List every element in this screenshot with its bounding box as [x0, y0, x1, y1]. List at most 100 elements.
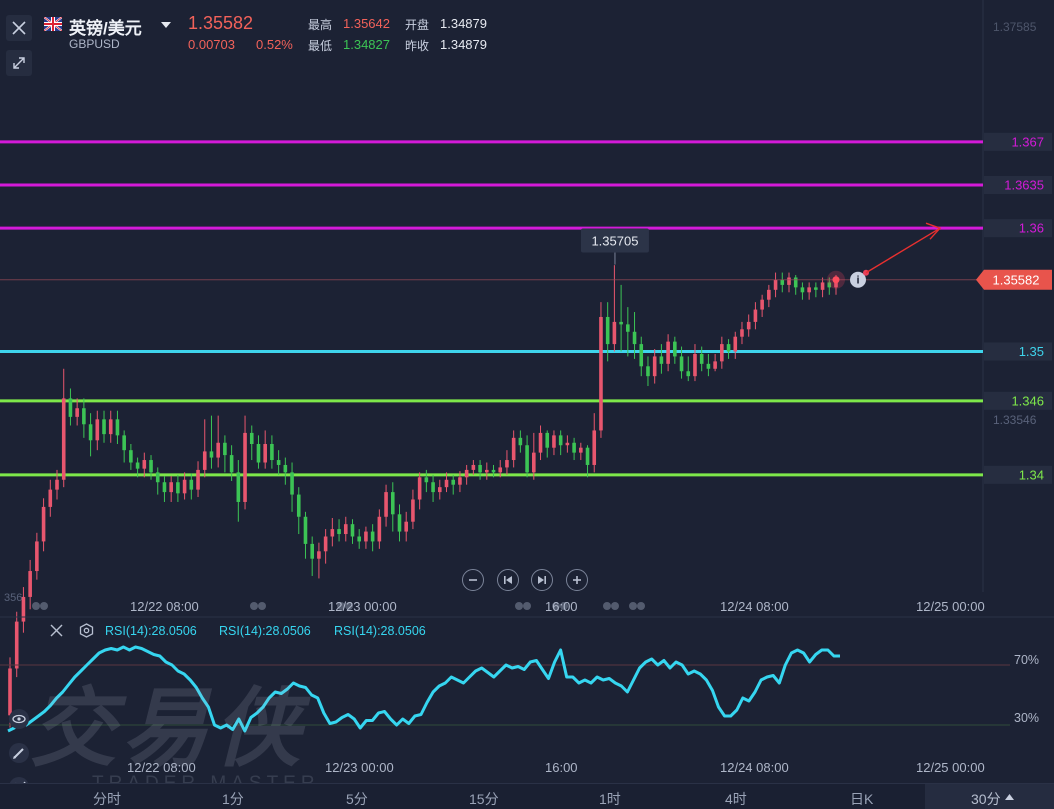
candle-body	[283, 464, 288, 473]
candle-body	[243, 432, 247, 502]
timeframe-tab[interactable]: 5分	[346, 789, 368, 809]
timeframe-selector[interactable]: 30分	[925, 784, 1054, 809]
zoom-in-button[interactable]	[566, 569, 588, 591]
candle-body	[518, 437, 523, 446]
horizontal-levels[interactable]: 1.367 1.3635 1.36 1.35 1.346 1.34	[0, 132, 1052, 484]
candle-body	[673, 341, 677, 357]
rsi-time-label: 12/22 08:00	[127, 760, 196, 775]
candle-body	[149, 460, 153, 473]
event-dot[interactable]	[32, 602, 40, 610]
candle-body	[122, 435, 126, 451]
candle-body	[538, 432, 543, 453]
candle-body	[464, 469, 469, 478]
candle-body	[317, 551, 321, 559]
candle-body	[303, 516, 308, 544]
zoom-out-button[interactable]	[462, 569, 484, 591]
candle-body	[88, 424, 93, 441]
current-price-tag-label: 1.35582	[993, 273, 1040, 288]
candle-body	[176, 482, 180, 494]
candle-body	[525, 445, 529, 473]
close-icon[interactable]	[6, 15, 32, 41]
candle-body	[740, 329, 744, 337]
event-dot[interactable]	[523, 602, 531, 610]
prev-close-label: 昨收	[405, 39, 430, 53]
candle-body	[14, 621, 19, 669]
candle-body	[270, 444, 274, 461]
draw-tool-button[interactable]	[8, 742, 30, 767]
candle-body	[404, 521, 409, 532]
candle-body	[182, 479, 187, 494]
timeframe-tab[interactable]: 15分	[469, 789, 499, 809]
indicator-settings-button[interactable]	[79, 623, 94, 641]
price-axis-top-label: 1.37585	[993, 20, 1037, 34]
candle-body	[437, 487, 442, 493]
rsi-time-label: 12/24 08:00	[720, 760, 789, 775]
fullscreen-shrink-button[interactable]	[6, 50, 32, 76]
rsi-time-label: 12/23 00:00	[325, 760, 394, 775]
candle-body	[82, 408, 86, 425]
price-change: 0.00703	[188, 37, 235, 52]
candle-body	[229, 455, 234, 473]
close-indicator-button[interactable]	[50, 624, 63, 640]
candle-body	[256, 444, 261, 463]
candle-body	[135, 462, 140, 469]
candle-body	[115, 419, 120, 436]
peak-marker-label: 1.35705	[591, 234, 638, 249]
price-axis-bottom-label: 1.33546	[993, 413, 1037, 427]
eye-tool-button[interactable]	[8, 708, 30, 733]
candle-body	[424, 477, 429, 483]
candle-body	[800, 287, 805, 293]
event-dot[interactable]	[637, 602, 645, 610]
candle-body	[773, 279, 778, 290]
candle-body	[807, 287, 811, 293]
candle-body	[216, 442, 220, 458]
event-dot[interactable]	[515, 602, 523, 610]
candle-body	[726, 344, 731, 352]
close-chart-button[interactable]	[6, 15, 32, 41]
event-dot[interactable]	[611, 602, 619, 610]
candle-body	[209, 451, 214, 458]
candle-body	[532, 452, 536, 473]
timeframe-tab[interactable]: 分时	[93, 789, 121, 809]
timeframe-tab[interactable]: 4时	[725, 789, 747, 809]
candle-body	[343, 524, 348, 535]
candle-body	[169, 482, 173, 493]
event-dot[interactable]	[603, 602, 611, 610]
info-icon-glyph: i	[856, 275, 859, 287]
candle-body	[619, 321, 623, 325]
candle-body	[142, 460, 147, 469]
uk-flag-icon	[43, 16, 63, 34]
candle-body	[189, 479, 194, 490]
event-dot[interactable]	[258, 602, 266, 610]
timeframe-selected: 30分	[971, 791, 1001, 807]
timeframe-tab[interactable]: 1时	[599, 789, 621, 809]
candle-body	[498, 467, 503, 473]
event-dot[interactable]	[40, 602, 48, 610]
candle-body	[451, 479, 456, 485]
event-dot[interactable]	[250, 602, 258, 610]
candle-body	[484, 469, 489, 473]
candle-body	[579, 447, 583, 453]
candle-body	[659, 356, 664, 364]
trend-arrow-head	[925, 222, 942, 240]
candle-body	[162, 482, 167, 493]
close-icon	[50, 624, 63, 637]
candle-body	[458, 477, 462, 485]
timeframe-tab[interactable]: 1分	[222, 789, 244, 809]
candle-body	[820, 282, 825, 290]
candle-body	[713, 361, 717, 369]
candle-body	[364, 531, 368, 542]
candle-body	[384, 492, 388, 517]
scroll-end-button[interactable]	[531, 569, 553, 591]
candle-body	[263, 444, 267, 463]
timeframe-tab[interactable]: 日K	[850, 789, 873, 809]
event-dot[interactable]	[629, 602, 637, 610]
scroll-start-button[interactable]	[497, 569, 519, 591]
candle-body	[330, 529, 335, 537]
symbol-dropdown-icon[interactable]	[161, 18, 171, 32]
candle-body	[108, 419, 113, 435]
time-axis-label: 12/25 00:00	[916, 599, 985, 614]
symbol-name[interactable]: 英镑/美元	[69, 14, 142, 39]
candle-body	[471, 464, 476, 470]
rsi-level-high-label: 70%	[1014, 653, 1040, 667]
